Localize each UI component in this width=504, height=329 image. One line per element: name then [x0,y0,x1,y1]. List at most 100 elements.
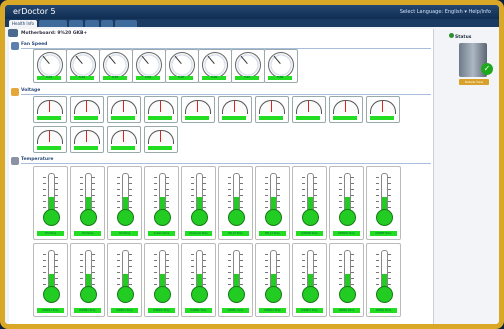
thermo-bulb [117,286,134,303]
thermo-tick [388,177,391,178]
fan-icon [11,42,19,50]
thermo-tick [43,254,46,255]
meter-arc [37,130,63,144]
thermo-tick [154,254,157,255]
thermo-tick [351,183,354,184]
fan-gauge: FAN2 [66,49,100,83]
thermo-tick [265,266,268,267]
thermo-label: CPU Temp [111,231,138,236]
fan-gauge: FAN7 [231,49,265,83]
thermo-tick [55,272,58,273]
gauge-label: FAN3 [103,76,127,80]
thermo-tick [203,189,206,190]
voltage-meter [366,96,400,123]
thermo-tick [191,183,194,184]
meter-needle [197,101,198,112]
thermo-tick [376,201,379,202]
meter-needle [49,101,50,112]
thermo-tick [277,195,280,196]
thermo-tick [166,195,169,196]
thermo-tick [203,195,206,196]
thermo-bulb [191,286,208,303]
thermo-tick [302,177,305,178]
thermo-tick [302,254,305,255]
thermo-tick [240,201,243,202]
thermo-tick [117,177,120,178]
thermo-bulb [80,286,97,303]
thermo-tick [314,177,317,178]
check-icon: ✓ [481,63,493,75]
thermo-tick [55,284,58,285]
meter-needle [160,131,161,142]
details-view-button[interactable]: Details View [459,79,489,85]
thermo-tick [302,284,305,285]
thermo-tick [228,195,231,196]
meter-needle [123,131,124,142]
tab-5[interactable] [101,20,113,27]
thermo-tick [265,284,268,285]
thermo-tick [191,177,194,178]
thermometer: CPU Temp [70,166,105,240]
thermo-tick [314,260,317,261]
thermo-tick [117,207,120,208]
thermo-tick [376,272,379,273]
thermo-tick [265,195,268,196]
thermo-tick [228,177,231,178]
thermo-tick [388,189,391,190]
voltage-meter [181,96,215,123]
thermo-tick [166,260,169,261]
thermo-tick [154,177,157,178]
thermo-bulb [376,209,393,226]
thermo-tick [240,254,243,255]
meter-needle [382,101,383,112]
gauge-label: FAN4 [136,76,160,80]
tab-3[interactable] [69,20,83,27]
thermo-tick [92,195,95,196]
thermo-tick [228,278,231,279]
thermo-tick [92,284,95,285]
thermo-tick [388,201,391,202]
thermo-tick [277,189,280,190]
thermo-tick [228,254,231,255]
thermo-tick [154,195,157,196]
thermo-tick [55,201,58,202]
meter-arc [111,100,137,114]
tab-1[interactable]: Health Info [9,20,37,27]
thermo-tick [240,195,243,196]
thermo-tick [228,189,231,190]
thermo-tick [166,177,169,178]
language-selector[interactable]: Select Language: English ▾ Help/Info [400,5,491,19]
thermo-tick [129,266,132,267]
thermometer: DIMME1 Temp [181,243,216,317]
thermo-tick [302,266,305,267]
thermo-tick [302,183,305,184]
thermometer: CPU Temp [33,166,68,240]
gauge-label: FAN1 [37,76,61,80]
tab-6[interactable] [115,20,137,27]
thermo-tick [339,254,342,255]
thermo-tick [191,195,194,196]
tab-2[interactable] [39,20,67,27]
thermo-tick [240,189,243,190]
thermo-tick [228,266,231,267]
tab-4[interactable] [85,20,99,27]
meter-arc [74,100,100,114]
thermo-tick [80,189,83,190]
thermo-tick [240,266,243,267]
thermo-tick [55,183,58,184]
gauge-label: FAN8 [268,76,292,80]
thermo-tick [351,177,354,178]
thermo-tick [92,254,95,255]
meter-arc [333,100,359,114]
thermo-bulb [117,209,134,226]
thermo-tick [388,183,391,184]
gauge-dial [268,52,294,78]
thermo-tick [376,177,379,178]
voltage-meter [218,96,252,123]
voltage-title: Voltage [21,88,41,93]
voltage-meter [255,96,289,123]
thermo-tick [351,254,354,255]
thermometer: DIMMEF Temp [366,166,401,240]
thermo-tick [92,260,95,261]
thermo-bulb [339,209,356,226]
